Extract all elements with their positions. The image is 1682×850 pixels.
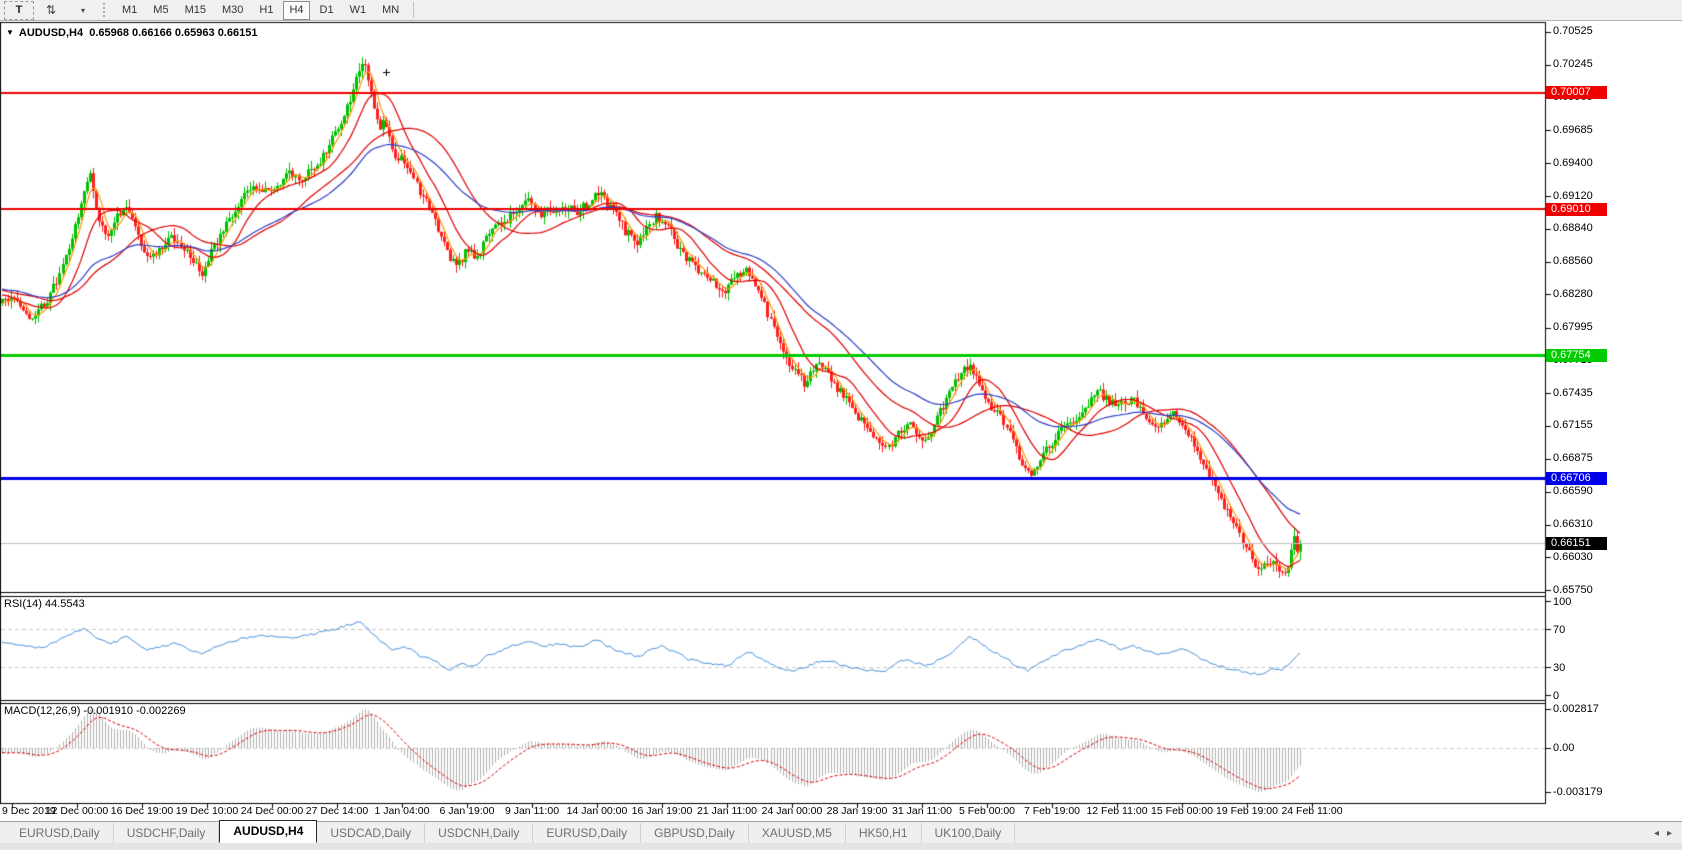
tab-usdchf-daily[interactable]: USDCHF,Daily: [114, 823, 220, 843]
chart-tab-bar: EURUSD,DailyUSDCHF,DailyAUDUSD,H4USDCAD,…: [0, 821, 1682, 843]
time-axis-label: 19 Dec 10:00: [176, 805, 238, 817]
price-axis-tick: 0.68280: [1553, 288, 1593, 300]
price-axis-tick: 0.66875: [1553, 452, 1593, 464]
rsi-axis-tick: 0: [1553, 690, 1559, 702]
tab-uk100-daily[interactable]: UK100,Daily: [922, 823, 1016, 843]
macd-indicator-label: MACD(12,26,9) -0.001910 -0.002269: [4, 705, 186, 717]
time-axis-label: 5 Feb 00:00: [959, 805, 1015, 817]
time-axis-label: 19 Feb 19:00: [1216, 805, 1278, 817]
tab-scroll-left-icon[interactable]: ◂: [1654, 828, 1659, 839]
time-axis-label: 1 Jan 04:00: [375, 805, 430, 817]
time-axis-label: 24 Dec 00:00: [241, 805, 303, 817]
price-axis-tick: 0.69120: [1553, 190, 1593, 202]
macd-axis-tick: -0.003179: [1553, 786, 1603, 798]
tab-scroll-right-icon[interactable]: ▸: [1667, 828, 1672, 839]
time-axis-label: 24 Feb 11:00: [1281, 805, 1342, 817]
price-axis-tick: 0.69400: [1553, 157, 1593, 169]
price-axis-tick: 0.69685: [1553, 124, 1593, 136]
time-axis-label: 12 Dec 00:00: [46, 805, 108, 817]
rsi-axis-tick: 70: [1553, 624, 1565, 636]
time-axis-label: 16 Jan 19:00: [632, 805, 693, 817]
tab-xauusd-m5[interactable]: XAUUSD,M5: [749, 823, 846, 843]
tab-audusd-h4[interactable]: AUDUSD,H4: [219, 820, 317, 843]
macd-axis-tick: 0.002817: [1553, 703, 1599, 715]
time-axis-label: 15 Feb 00:00: [1151, 805, 1213, 817]
time-axis-label: 28 Jan 19:00: [827, 805, 888, 817]
price-axis-tick: 0.66030: [1553, 551, 1593, 563]
chart-canvas[interactable]: [0, 0, 1682, 850]
symbol-name: AUDUSD,H4: [19, 27, 83, 39]
price-axis-tick: 0.68560: [1553, 255, 1593, 267]
time-axis-label: 7 Feb 19:00: [1024, 805, 1080, 817]
price-axis-tick: 0.65750: [1553, 584, 1593, 596]
price-axis-tick: 0.66310: [1553, 518, 1593, 530]
tab-eurusd-daily[interactable]: EURUSD,Daily: [533, 823, 641, 843]
price-axis-tick: 0.67995: [1553, 321, 1593, 333]
tab-usdcad-daily[interactable]: USDCAD,Daily: [317, 823, 425, 843]
time-axis-label: 24 Jan 00:00: [762, 805, 823, 817]
tabs: EURUSD,DailyUSDCHF,DailyAUDUSD,H4USDCAD,…: [0, 820, 1015, 843]
current-price-label: 0.66151: [1546, 537, 1607, 550]
time-axis-label: 16 Dec 19:00: [111, 805, 173, 817]
tab-eurusd-daily[interactable]: EURUSD,Daily: [6, 823, 114, 843]
price-axis-tick: 0.67435: [1553, 387, 1593, 399]
time-axis-label: 9 Jan 11:00: [505, 805, 559, 817]
rsi-axis-tick: 100: [1553, 596, 1571, 608]
price-axis-tick: 0.66590: [1553, 485, 1593, 497]
price-line-label: 0.69010: [1546, 203, 1607, 216]
macd-axis-tick: 0.00: [1553, 742, 1574, 754]
price-line-label: 0.66706: [1546, 472, 1607, 485]
symbol-quote: ▼ AUDUSD,H4 0.65968 0.66166 0.65963 0.661…: [6, 27, 257, 39]
price-line-label: 0.70007: [1546, 86, 1607, 99]
mt4-window: T ⇅ ▾ M1M5M15M30H1H4D1W1MN ▼AUDUSD,H4 0.…: [0, 0, 1682, 850]
time-axis-label: 21 Jan 11:00: [697, 805, 757, 817]
time-axis-label: 6 Jan 19:00: [440, 805, 495, 817]
tab-scroll-controls: ◂ ▸: [1654, 823, 1672, 843]
time-axis-label: 12 Feb 11:00: [1086, 805, 1147, 817]
price-axis-tick: 0.70245: [1553, 58, 1593, 70]
quote-values: 0.65968 0.66166 0.65963 0.66151: [89, 27, 257, 39]
symbol-dropdown-icon[interactable]: ▼: [6, 28, 14, 37]
rsi-axis-tick: 30: [1553, 662, 1565, 674]
price-axis-tick: 0.67155: [1553, 419, 1593, 431]
rsi-indicator-label: RSI(14) 44.5543: [4, 598, 85, 610]
tab-usdcnh-daily[interactable]: USDCNH,Daily: [425, 823, 533, 843]
price-line-label: 0.67754: [1546, 349, 1607, 362]
time-axis-label: 14 Jan 00:00: [567, 805, 628, 817]
window-bottom-strip: [0, 843, 1682, 850]
price-axis-tick: 0.70525: [1553, 25, 1593, 37]
tab-hk50-h1[interactable]: HK50,H1: [846, 823, 922, 843]
time-axis-label: 27 Dec 14:00: [306, 805, 368, 817]
time-axis-label: 31 Jan 11:00: [892, 805, 952, 817]
price-axis-tick: 0.68840: [1553, 222, 1593, 234]
tab-gbpusd-daily[interactable]: GBPUSD,Daily: [641, 823, 749, 843]
